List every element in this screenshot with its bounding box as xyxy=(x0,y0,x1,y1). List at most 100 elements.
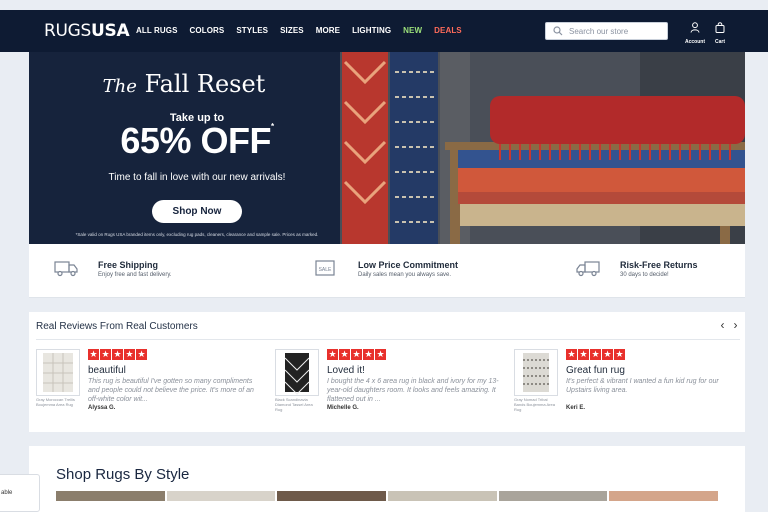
review-card[interactable]: Gray Nomad Tribal Bands Boujemma Area Ru… xyxy=(514,349,744,429)
rug-stack-illustration xyxy=(340,52,745,244)
hero-tagline: Time to fall in love with our new arriva… xyxy=(108,172,286,183)
hero-text-panel: The Fall Reset Take up to 65% OFF* Time … xyxy=(29,52,339,244)
shop-by-style-section: Shop Rugs By Style xyxy=(29,446,745,512)
style-thumbnail[interactable] xyxy=(277,491,387,501)
rug-thumbnail-image xyxy=(523,353,549,392)
star-icon: ★ xyxy=(566,349,577,360)
hero-rug-photo xyxy=(340,52,745,244)
style-thumbnail[interactable] xyxy=(56,491,165,501)
nav-styles[interactable]: STYLES xyxy=(236,26,268,35)
star-icon: ★ xyxy=(124,349,135,360)
style-thumbnail[interactable] xyxy=(609,491,719,501)
account-label: Account xyxy=(685,39,705,45)
section-heading: Shop Rugs By Style xyxy=(56,466,190,483)
main-nav: ALL RUGS COLORS STYLES SIZES MORE LIGHTI… xyxy=(136,26,474,35)
review-body: This rug is beautiful I've gotten so man… xyxy=(88,378,254,404)
rug-thumbnail-image xyxy=(43,353,73,392)
product-thumbnail[interactable] xyxy=(36,349,80,396)
feature-subtitle: 30 days to decide! xyxy=(620,272,669,278)
feature-title: Free Shipping xyxy=(98,260,159,270)
search-input[interactable]: Search our store xyxy=(545,22,668,40)
review-author: Keri E. xyxy=(566,405,586,411)
star-rating: ★ ★ ★ ★ ★ xyxy=(88,349,148,360)
review-author: Michelle G. xyxy=(327,405,359,411)
star-icon: ★ xyxy=(339,349,350,360)
review-card[interactable]: Black Scandinavia Diamond Tassel Area Ru… xyxy=(275,349,505,429)
hero-banner[interactable]: The Fall Reset Take up to 65% OFF* Time … xyxy=(29,52,745,244)
star-icon: ★ xyxy=(88,349,99,360)
feature-subtitle: Daily sales mean you always save. xyxy=(358,272,452,278)
product-caption: Gray Moroccan Trellis Boujemma Area Rug xyxy=(36,397,75,407)
style-thumbnail[interactable] xyxy=(498,491,608,501)
product-caption: Gray Nomad Tribal Bands Boujemma Area Ru… xyxy=(514,397,555,412)
hero-discount-mark: * xyxy=(270,122,274,131)
star-icon: ★ xyxy=(375,349,386,360)
svg-text:SALE: SALE xyxy=(319,267,332,273)
chat-widget[interactable]: able xyxy=(0,474,40,512)
shop-now-button[interactable]: Shop Now xyxy=(152,200,242,223)
nav-all-rugs[interactable]: ALL RUGS xyxy=(136,26,178,35)
reviews-heading: Real Reviews From Real Customers xyxy=(36,321,198,332)
top-navigation-bar: RUGSUSA ALL RUGS COLORS STYLES SIZES MOR… xyxy=(0,10,768,52)
feature-title: Risk-Free Returns xyxy=(620,260,698,270)
hero-title-prefix: The xyxy=(102,76,137,97)
feature-title: Low Price Commitment xyxy=(358,260,459,270)
style-thumbnail[interactable] xyxy=(166,491,276,501)
star-icon: ★ xyxy=(590,349,601,360)
reviews-section: Real Reviews From Real Customers ‹ › Gray… xyxy=(29,312,745,432)
review-title: Great fun rug xyxy=(566,365,625,376)
search-icon xyxy=(553,26,563,36)
review-body: It's perfect & vibrant I wanted a fun ki… xyxy=(566,378,719,395)
nav-more[interactable]: MORE xyxy=(316,26,340,35)
star-icon: ★ xyxy=(327,349,338,360)
review-card[interactable]: Gray Moroccan Trellis Boujemma Area Rug … xyxy=(36,349,266,429)
product-thumbnail[interactable] xyxy=(275,349,319,396)
hero-discount-text: 65% OFF xyxy=(120,120,271,161)
search-placeholder: Search our store xyxy=(569,27,629,36)
product-caption: Black Scandinavia Diamond Tassel Area Ru… xyxy=(275,397,313,412)
nav-colors[interactable]: COLORS xyxy=(190,26,225,35)
chevron-left-icon[interactable]: ‹ xyxy=(716,318,729,332)
account-button[interactable]: Account xyxy=(681,20,709,45)
star-rating: ★ ★ ★ ★ ★ xyxy=(566,349,626,360)
star-icon: ★ xyxy=(602,349,613,360)
hero-title: The Fall Reset xyxy=(29,70,339,98)
star-icon: ★ xyxy=(136,349,147,360)
chat-widget-label: able xyxy=(1,490,13,496)
truck-icon xyxy=(54,261,78,277)
feature-subtitle: Enjoy free and fast delivery. xyxy=(98,272,172,278)
logo-text-usa: USA xyxy=(91,21,130,41)
divider xyxy=(36,339,740,340)
hero-title-main: Fall Reset xyxy=(144,70,266,98)
star-icon: ★ xyxy=(578,349,589,360)
star-icon: ★ xyxy=(614,349,625,360)
user-icon xyxy=(690,22,700,33)
site-logo[interactable]: RUGSUSA xyxy=(44,21,130,41)
review-body: I bought the 4 x 6 area rug in black and… xyxy=(327,378,499,404)
nav-lighting[interactable]: LIGHTING xyxy=(352,26,391,35)
shopping-bag-icon xyxy=(715,22,725,33)
star-rating: ★ ★ ★ ★ ★ xyxy=(327,349,387,360)
style-thumbnail[interactable] xyxy=(388,491,497,501)
logo-text-rugs: RUGS xyxy=(44,21,92,41)
price-tag-icon: SALE xyxy=(315,260,335,276)
reviews-carousel-controls: ‹ › xyxy=(716,318,742,332)
rug-thumbnail-image xyxy=(284,353,310,395)
style-thumbnail-strip xyxy=(56,491,719,501)
star-icon: ★ xyxy=(100,349,111,360)
chevron-right-icon[interactable]: › xyxy=(729,318,742,332)
nav-new[interactable]: NEW xyxy=(403,26,422,35)
star-icon: ★ xyxy=(112,349,123,360)
review-title: beautiful xyxy=(88,365,126,376)
hero-discount: 65% OFF* xyxy=(29,120,365,162)
nav-sizes[interactable]: SIZES xyxy=(280,26,304,35)
cart-label: Cart xyxy=(714,39,725,45)
return-truck-icon xyxy=(576,261,600,277)
nav-deals[interactable]: DEALS xyxy=(434,26,462,35)
star-icon: ★ xyxy=(351,349,362,360)
hero-fine-print: *Sale valid on Rugs USA branded items on… xyxy=(75,232,319,237)
review-title: Loved it! xyxy=(327,365,365,376)
product-thumbnail[interactable] xyxy=(514,349,558,396)
feature-strip: Free Shipping Enjoy free and fast delive… xyxy=(29,244,745,298)
cart-button[interactable]: Cart xyxy=(711,20,729,45)
